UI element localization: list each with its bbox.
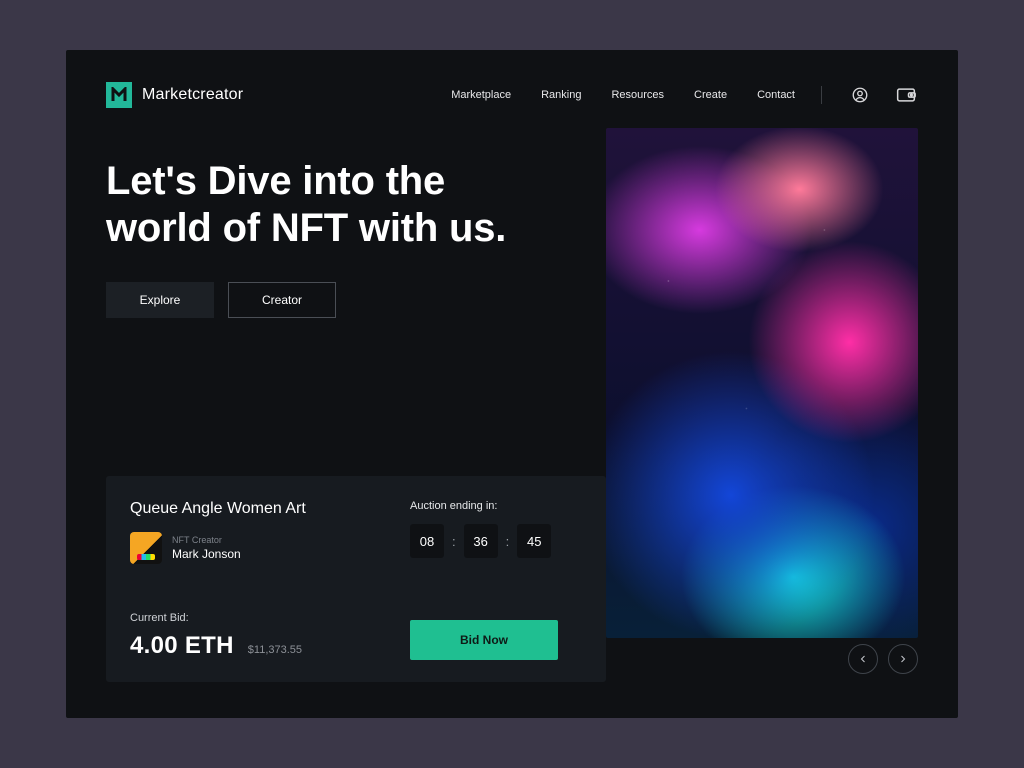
bid-row: Current Bid: 4.00 ETH $11,373.55 <box>130 612 306 660</box>
timer-colon: : <box>452 534 456 549</box>
nav-wrap: Marketplace Ranking Resources Create Con… <box>451 83 918 107</box>
profile-icon[interactable] <box>848 83 872 107</box>
explore-button[interactable]: Explore <box>106 282 214 318</box>
creator-button[interactable]: Creator <box>228 282 336 318</box>
countdown-timer: 08 : 36 : 45 <box>410 524 551 558</box>
timer-hours: 08 <box>410 524 444 558</box>
nav-contact[interactable]: Contact <box>757 89 795 101</box>
nav-divider <box>821 86 822 104</box>
timer-seconds: 45 <box>517 524 551 558</box>
logo-icon <box>106 82 132 108</box>
featured-artwork[interactable] <box>606 128 918 638</box>
nav-create[interactable]: Create <box>694 89 727 101</box>
auction-card: Queue Angle Women Art NFT Creator Mark J… <box>106 476 606 682</box>
next-arrow-icon[interactable] <box>888 644 918 674</box>
brand[interactable]: Marketcreator <box>106 82 243 108</box>
auction-right: Auction ending in: 08 : 36 : 45 Bid Now <box>410 500 582 660</box>
creator-meta: NFT Creator Mark Jonson <box>172 535 241 561</box>
wallet-icon[interactable] <box>894 83 918 107</box>
brand-name: Marketcreator <box>142 86 243 104</box>
timer-minutes: 36 <box>464 524 498 558</box>
creator-name: Mark Jonson <box>172 547 241 561</box>
creator-row[interactable]: NFT Creator Mark Jonson <box>130 532 306 564</box>
avatar <box>130 532 162 564</box>
timer-colon: : <box>506 534 510 549</box>
artwork-title: Queue Angle Women Art <box>130 500 306 518</box>
hero: Let's Dive into the world of NFT with us… <box>106 158 536 318</box>
header: Marketcreator Marketplace Ranking Resour… <box>106 82 918 108</box>
carousel-nav <box>848 644 918 674</box>
nav-resources[interactable]: Resources <box>611 89 664 101</box>
bid-eth: 4.00 ETH <box>130 632 234 660</box>
auction-ending-label: Auction ending in: <box>410 500 497 512</box>
bid-values: 4.00 ETH $11,373.55 <box>130 632 306 660</box>
cta-row: Explore Creator <box>106 282 536 318</box>
nav-ranking[interactable]: Ranking <box>541 89 581 101</box>
bid-now-button[interactable]: Bid Now <box>410 620 558 660</box>
nav-marketplace[interactable]: Marketplace <box>451 89 511 101</box>
creator-label: NFT Creator <box>172 535 241 545</box>
prev-arrow-icon[interactable] <box>848 644 878 674</box>
primary-nav: Marketplace Ranking Resources Create Con… <box>451 89 795 101</box>
bid-usd: $11,373.55 <box>248 644 302 656</box>
app-window: Marketcreator Marketplace Ranking Resour… <box>66 50 958 718</box>
auction-info: Queue Angle Women Art NFT Creator Mark J… <box>130 500 306 660</box>
current-bid-label: Current Bid: <box>130 612 306 624</box>
hero-headline: Let's Dive into the world of NFT with us… <box>106 158 536 252</box>
